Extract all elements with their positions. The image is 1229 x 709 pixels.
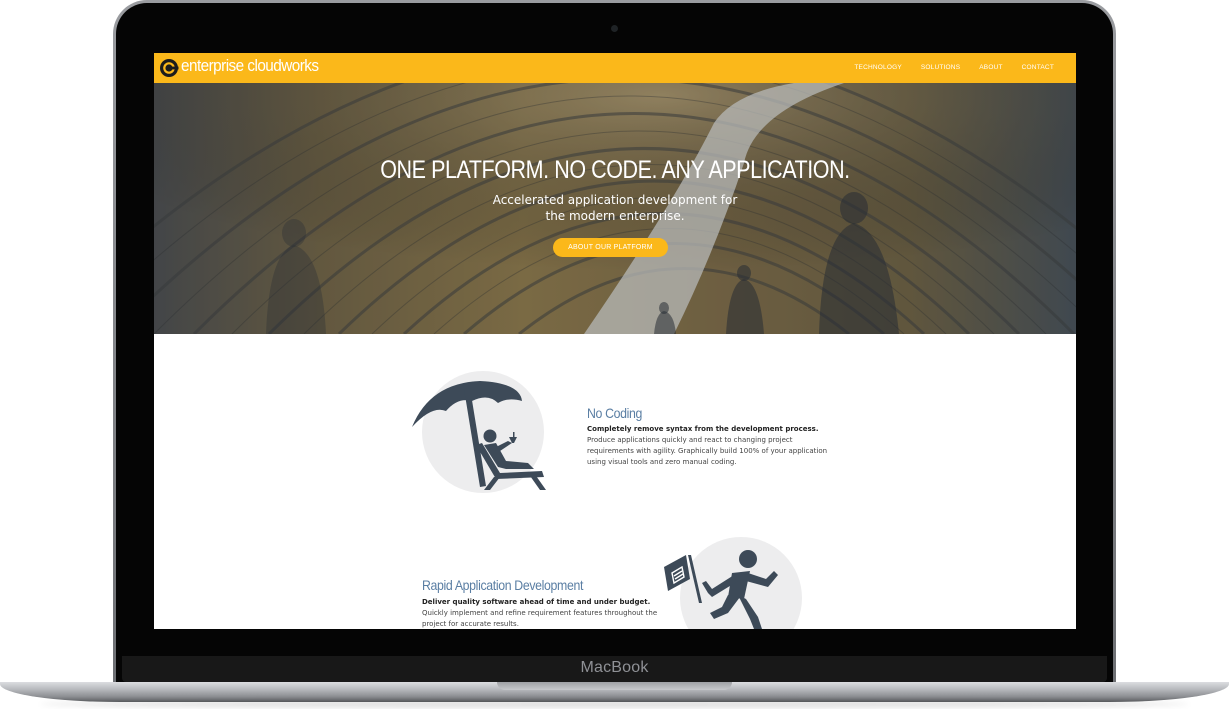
laptop-shadow	[40, 700, 1189, 708]
nav-links: TECHNOLOGY SOLUTIONS ABOUT CONTACT	[854, 64, 1054, 71]
feature-title: No Coding	[587, 405, 643, 421]
feature-lead: Deliver quality software ahead of time a…	[422, 598, 651, 606]
running-man-flag-icon	[664, 550, 778, 629]
feature-body: Produce applications quickly and react t…	[587, 435, 827, 468]
laptop-mockup: enterprise cloudworks TECHNOLOGY SOLUTIO…	[0, 0, 1229, 709]
top-nav: enterprise cloudworks TECHNOLOGY SOLUTIO…	[154, 53, 1076, 83]
nav-technology[interactable]: TECHNOLOGY	[854, 64, 902, 71]
device-label: MacBook	[580, 659, 649, 676]
hero-subtitle-line: Accelerated application development for	[492, 193, 738, 207]
feature-body-line: Quickly implement and refine requirement…	[422, 609, 658, 617]
website-screen: enterprise cloudworks TECHNOLOGY SOLUTIO…	[154, 53, 1076, 629]
feature-body: Quickly implement and refine requirement…	[422, 608, 657, 629]
feature-body-line: using visual tools and zero manual codin…	[587, 458, 737, 466]
feature-body-line: requirements with agility. Graphically b…	[587, 447, 828, 455]
laptop-hinge-notch	[497, 682, 732, 690]
feature-body-line: project for accurate results.	[422, 620, 519, 628]
hero-section: ONE PLATFORM. NO CODE. ANY APPLICATION. …	[154, 83, 1076, 334]
feature-body-line: Produce applications quickly and react t…	[587, 436, 793, 444]
about-platform-button[interactable]: ABOUT OUR PLATFORM	[553, 238, 668, 257]
logo-text[interactable]: enterprise cloudworks	[181, 56, 319, 76]
beach-chair-umbrella-icon	[412, 381, 546, 490]
hero-subtitle: Accelerated application development for …	[154, 192, 1076, 224]
hero-subtitle-line: the modern enterprise.	[545, 209, 685, 223]
nav-contact[interactable]: CONTACT	[1022, 64, 1054, 71]
nav-about[interactable]: ABOUT	[979, 64, 1002, 71]
feature-lead: Completely remove syntax from the develo…	[587, 425, 819, 433]
feature-title: Rapid Application Development	[422, 577, 584, 593]
nav-solutions[interactable]: SOLUTIONS	[921, 64, 960, 71]
camera-icon	[611, 25, 618, 32]
logo-icon[interactable]	[159, 58, 179, 78]
hero-title: ONE PLATFORM. NO CODE. ANY APPLICATION.	[380, 156, 850, 184]
